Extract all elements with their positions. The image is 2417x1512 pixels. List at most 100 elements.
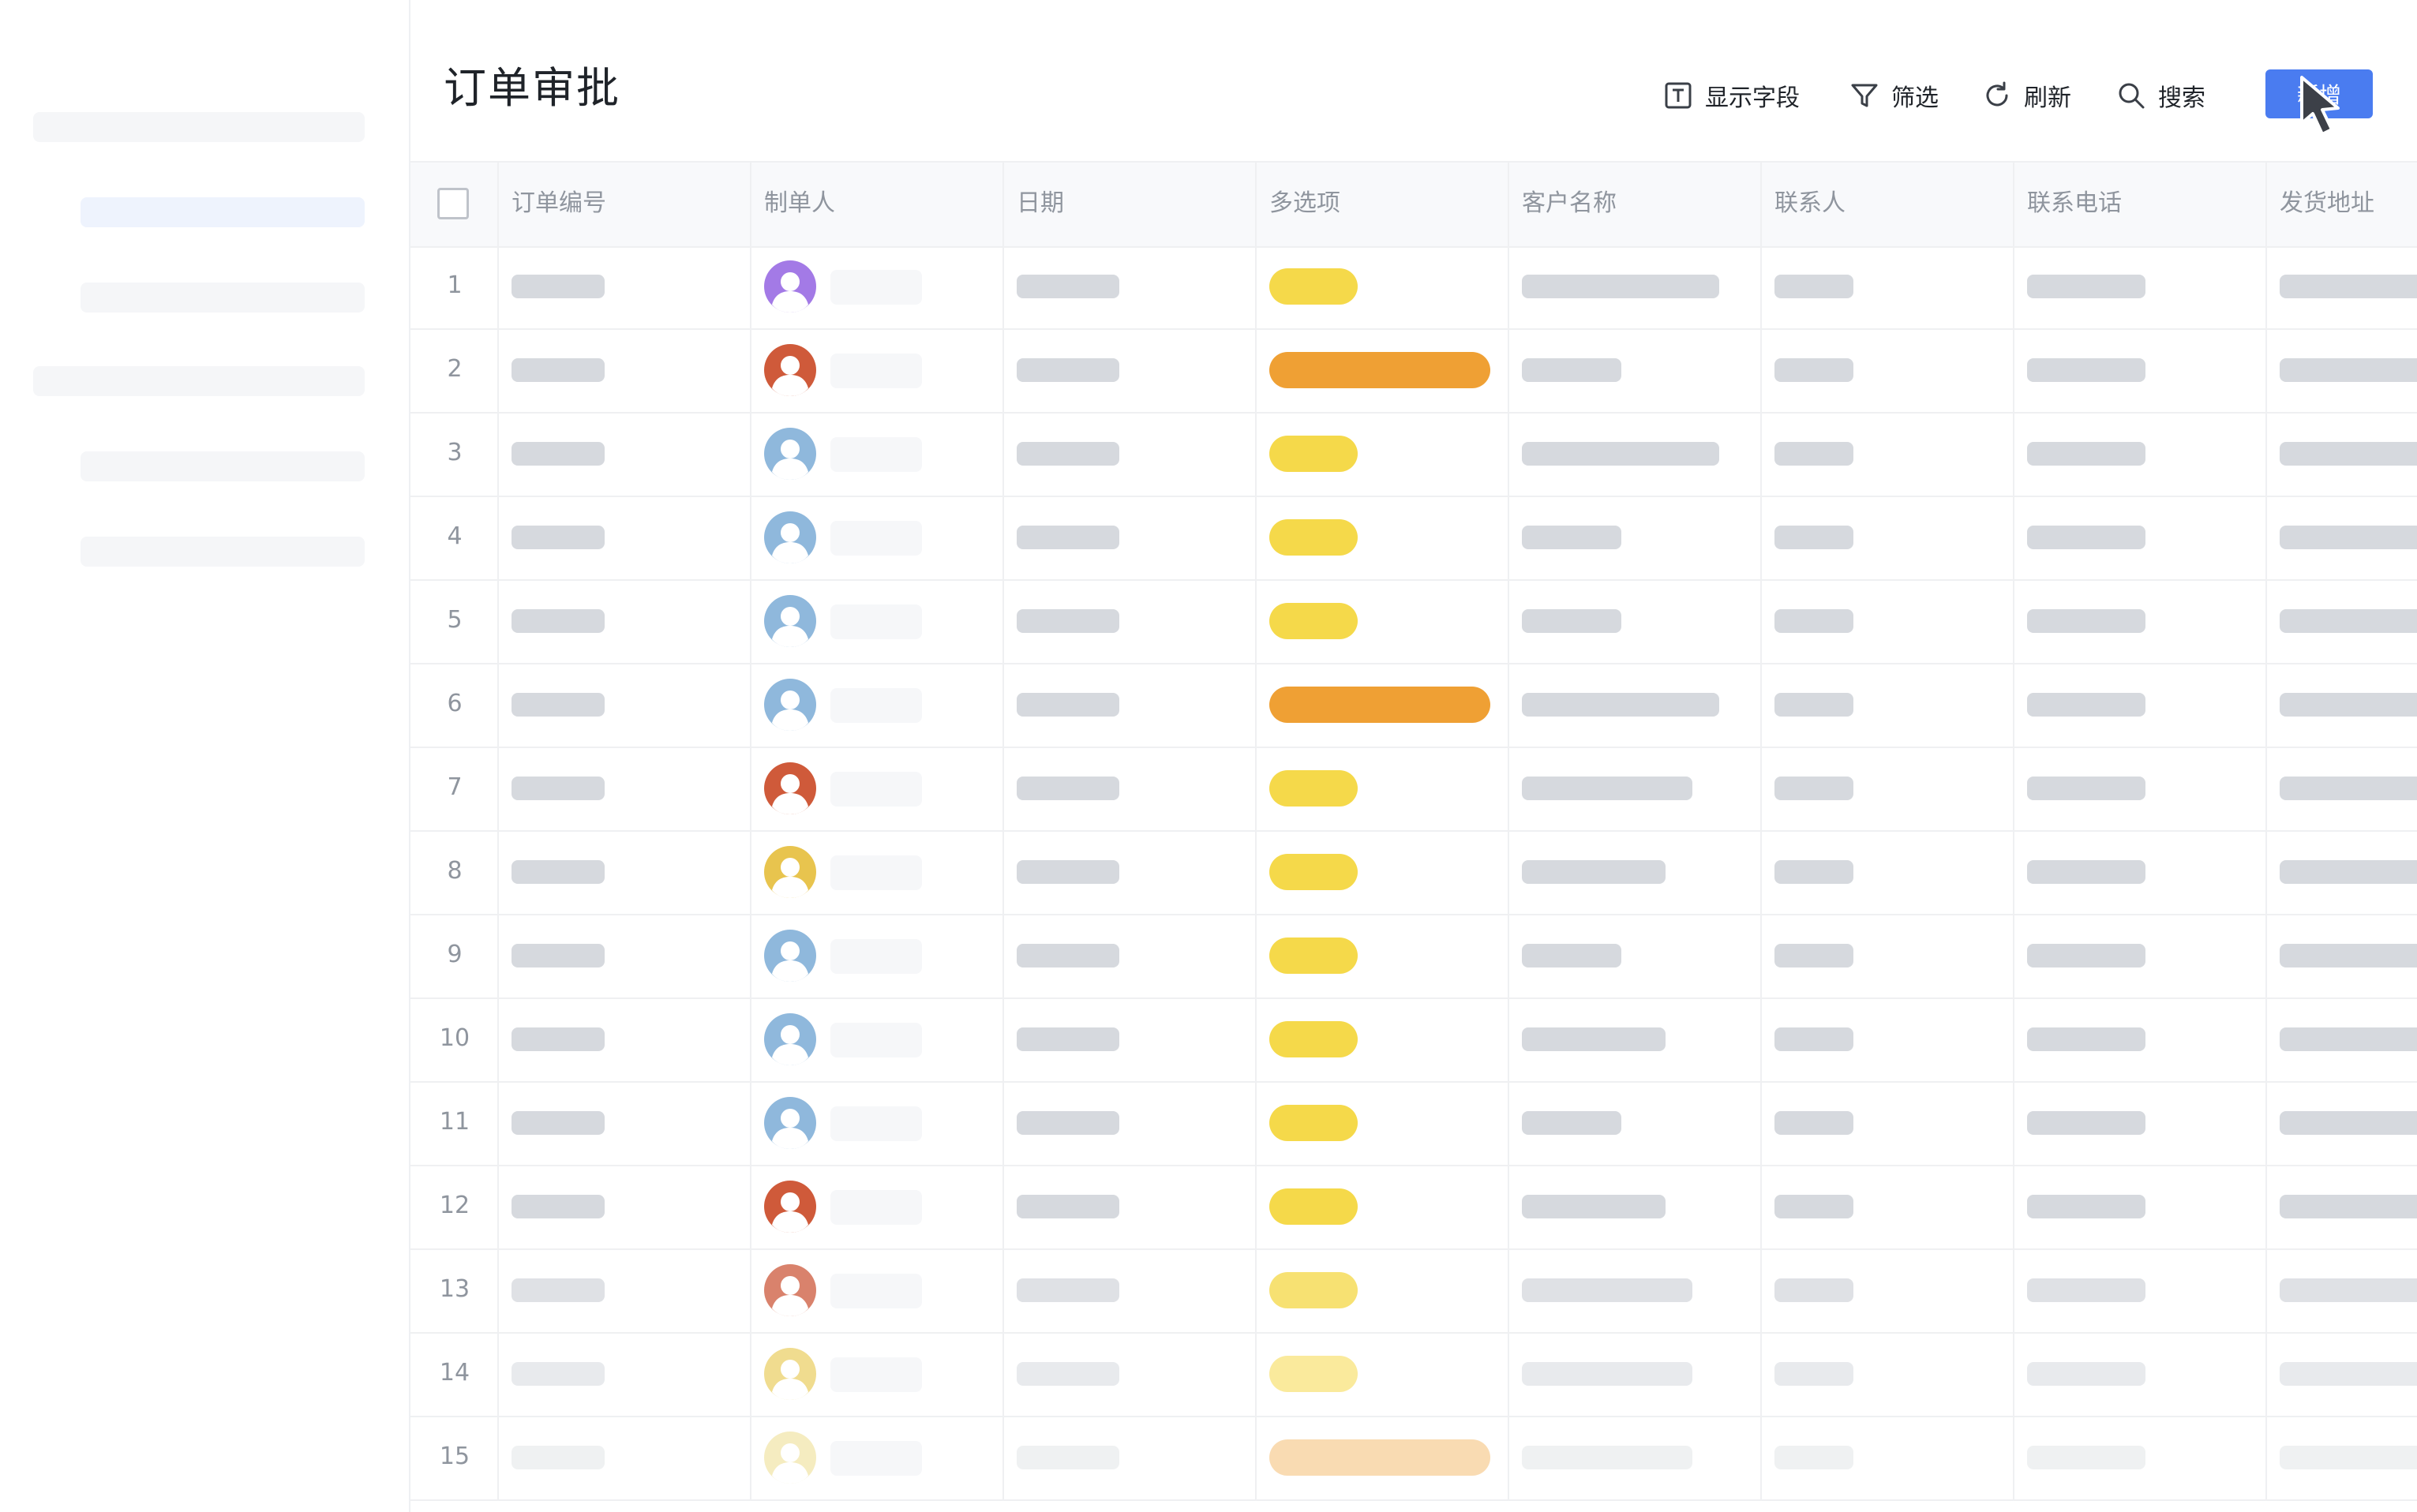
table-row[interactable]: 10	[410, 997, 2417, 1083]
customer-name-cell	[1509, 1081, 1762, 1165]
column-header[interactable]: 联系人	[1762, 163, 2014, 246]
creator-name-placeholder	[830, 1106, 922, 1141]
address-cell	[2267, 747, 2417, 830]
customer-name-placeholder	[1522, 944, 1621, 967]
table-row[interactable]: 6	[410, 663, 2417, 748]
sidebar-item-placeholder[interactable]	[81, 283, 365, 313]
column-header[interactable]: 客户名称	[1509, 163, 1762, 246]
filter-button[interactable]: 筛选	[1849, 76, 1939, 115]
sidebar-item-placeholder[interactable]	[81, 451, 365, 481]
table-row[interactable]: 11	[410, 1081, 2417, 1166]
contact-cell	[1762, 1416, 2014, 1499]
table-row[interactable]: 13	[410, 1248, 2417, 1334]
phone-cell	[2014, 579, 2267, 663]
creator-name-placeholder	[830, 1023, 922, 1057]
option-tag	[1269, 1188, 1358, 1225]
search-button[interactable]: 搜索	[2115, 76, 2205, 115]
contact-cell	[1762, 1081, 2014, 1165]
table-row[interactable]: 7	[410, 747, 2417, 832]
table-row[interactable]: 3	[410, 412, 2417, 497]
sidebar-item-placeholder[interactable]	[33, 366, 365, 396]
sidebar-item-placeholder-active[interactable]	[81, 197, 365, 227]
sidebar	[0, 0, 410, 1512]
date-cell	[1004, 328, 1257, 412]
contact-placeholder	[1774, 358, 1853, 382]
creator-cell	[751, 997, 1004, 1081]
contact-cell	[1762, 997, 2014, 1081]
order-number-placeholder	[512, 275, 605, 298]
phone-cell	[2014, 914, 2267, 997]
phone-placeholder	[2027, 442, 2145, 466]
refresh-button[interactable]: 刷新	[1981, 76, 2071, 115]
customer-name-cell	[1509, 1332, 1762, 1416]
date-cell	[1004, 579, 1257, 663]
avatar-icon	[764, 428, 816, 480]
select-all-checkbox[interactable]	[437, 188, 469, 219]
date-placeholder	[1017, 944, 1119, 967]
date-placeholder	[1017, 275, 1119, 298]
customer-name-placeholder	[1522, 609, 1621, 633]
table-row[interactable]: 5	[410, 579, 2417, 664]
table-row[interactable]: 2	[410, 328, 2417, 414]
phone-placeholder	[2027, 777, 2145, 800]
phone-cell	[2014, 1081, 2267, 1165]
table-row[interactable]: 4	[410, 496, 2417, 581]
row-number: 2	[447, 355, 463, 383]
date-cell	[1004, 1081, 1257, 1165]
order-number-cell	[499, 1416, 751, 1499]
date-cell	[1004, 997, 1257, 1081]
row-number: 4	[447, 522, 463, 550]
avatar-icon	[764, 595, 816, 647]
table-row[interactable]: 14	[410, 1332, 2417, 1417]
table-row[interactable]: 15	[410, 1416, 2417, 1501]
avatar-icon	[764, 1264, 816, 1316]
customer-name-cell	[1509, 747, 1762, 830]
order-number-cell	[499, 1165, 751, 1248]
sidebar-item-placeholder[interactable]	[33, 112, 365, 142]
address-placeholder	[2280, 609, 2417, 633]
option-tag	[1269, 770, 1358, 807]
table-row[interactable]: 8	[410, 830, 2417, 915]
column-header[interactable]: 发货地址	[2267, 163, 2417, 246]
contact-placeholder	[1774, 609, 1853, 633]
contact-placeholder	[1774, 1027, 1853, 1051]
option-tag	[1269, 938, 1358, 974]
column-header[interactable]: 联系电话	[2014, 163, 2267, 246]
avatar-icon	[764, 1432, 816, 1484]
column-header[interactable]: 订单编号	[499, 163, 751, 246]
table-row[interactable]: 9	[410, 914, 2417, 999]
creator-cell	[751, 496, 1004, 579]
creator-name-placeholder	[830, 270, 922, 305]
column-header[interactable]: 多选项	[1257, 163, 1509, 246]
table-row[interactable]: 1	[410, 245, 2417, 330]
order-number-cell	[499, 1248, 751, 1332]
row-number-cell: 12	[410, 1165, 499, 1248]
refresh-icon	[1981, 80, 2013, 111]
column-header[interactable]: 日期	[1004, 163, 1257, 246]
show-fields-button[interactable]: 显示字段	[1662, 76, 1800, 115]
creator-cell	[751, 579, 1004, 663]
option-tag	[1269, 1356, 1358, 1392]
row-number: 1	[447, 271, 463, 299]
contact-cell	[1762, 914, 2014, 997]
creator-name-placeholder	[830, 1357, 922, 1392]
date-placeholder	[1017, 1027, 1119, 1051]
funnel-icon	[1849, 80, 1880, 111]
phone-cell	[2014, 747, 2267, 830]
date-placeholder	[1017, 1195, 1119, 1218]
customer-name-placeholder	[1522, 1362, 1692, 1386]
order-number-placeholder	[512, 1362, 605, 1386]
address-cell	[2267, 663, 2417, 747]
multi-select-cell	[1257, 1332, 1509, 1416]
sidebar-item-placeholder[interactable]	[81, 537, 365, 567]
column-header[interactable]: 制单人	[751, 163, 1004, 246]
customer-name-placeholder	[1522, 275, 1719, 298]
creator-name-placeholder	[830, 939, 922, 974]
creator-name-placeholder	[830, 1441, 922, 1476]
date-cell	[1004, 1332, 1257, 1416]
phone-placeholder	[2027, 358, 2145, 382]
customer-name-cell	[1509, 830, 1762, 914]
contact-cell	[1762, 328, 2014, 412]
creator-cell	[751, 747, 1004, 830]
table-row[interactable]: 12	[410, 1165, 2417, 1250]
